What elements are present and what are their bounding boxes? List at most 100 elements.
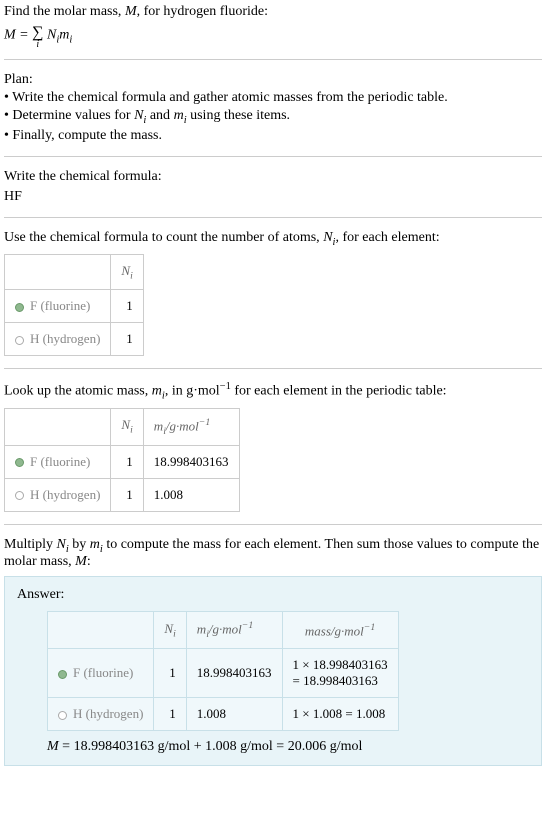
plan-item: • Finally, compute the mass.: [4, 128, 542, 144]
plan-item: • Write the chemical formula and gather …: [4, 90, 542, 106]
m-cell: 1.008: [186, 698, 282, 731]
plan-item: • Determine values for Ni and mi using t…: [4, 108, 542, 126]
divider: [4, 368, 542, 369]
compute-m: m: [90, 537, 100, 552]
plan-heading: Plan:: [4, 72, 542, 88]
chem-heading: Write the chemical formula:: [4, 169, 542, 185]
table-row: F (fluorine) 1 18.998403163 1 × 18.99840…: [48, 649, 399, 698]
compute-b: by: [69, 537, 90, 552]
element-cell: H (hydrogen): [5, 478, 111, 511]
table-header-row: Ni mi/g·mol−1: [5, 408, 240, 445]
table-row: H (hydrogen) 1 1.008: [5, 478, 240, 511]
n-cell: 1: [111, 323, 143, 356]
element-name: H (hydrogen): [30, 487, 100, 502]
lookup-heading-c: for each element in the periodic table:: [231, 384, 447, 399]
element-dot-icon: [15, 491, 24, 500]
element-dot-icon: [58, 670, 67, 679]
element-cell: F (fluorine): [48, 649, 154, 698]
chem-formula-section: Write the chemical formula: HF: [4, 169, 542, 205]
n-cell: 1: [111, 478, 143, 511]
intro-section: Find the molar mass, M, for hydrogen flu…: [4, 4, 542, 47]
divider: [4, 524, 542, 525]
element-dot-icon: [15, 458, 24, 467]
sigma-sub: i: [32, 42, 43, 47]
col-empty: [48, 612, 154, 649]
lookup-section: Look up the atomic mass, mi, in g·mol−1 …: [4, 381, 542, 511]
compute-N: N: [57, 537, 66, 552]
element-name: F (fluorine): [30, 298, 90, 313]
count-section: Use the chemical formula to count the nu…: [4, 230, 542, 356]
lookup-table: Ni mi/g·mol−1 F (fluorine) 1 18.99840316…: [4, 408, 240, 512]
lookup-heading: Look up the atomic mass, mi, in g·mol−1 …: [4, 381, 542, 401]
result-M: M: [47, 739, 59, 754]
divider: [4, 59, 542, 60]
lookup-heading-sup: −1: [220, 381, 231, 392]
formula-lhs: M =: [4, 28, 32, 43]
answer-label: Answer:: [17, 587, 529, 603]
element-name: F (fluorine): [73, 665, 133, 680]
intro-text-a: Find the molar mass,: [4, 4, 125, 19]
result-text: = 18.998403163 g/mol + 1.008 g/mol = 20.…: [59, 739, 363, 754]
answer-box: Answer: Ni mi/g·mol−1 mass/g·mol−1 F (fl…: [4, 576, 542, 766]
m-cell: 18.998403163: [143, 445, 239, 478]
col-m: mi/g·mol−1: [186, 612, 282, 649]
n-cell: 1: [111, 445, 143, 478]
table-header-row: Ni mi/g·mol−1 mass/g·mol−1: [48, 612, 399, 649]
formula-N: N: [47, 28, 56, 43]
formula-m: m: [59, 28, 69, 43]
col-empty: [5, 408, 111, 445]
element-cell: F (fluorine): [5, 445, 111, 478]
compute-d: :: [87, 554, 91, 569]
count-table: Ni F (fluorine) 1 H (hydrogen) 1: [4, 254, 144, 357]
chem-value: HF: [4, 189, 542, 205]
element-dot-icon: [58, 711, 67, 720]
col-N: Ni: [154, 612, 186, 649]
lookup-heading-m: m: [152, 384, 162, 399]
lookup-heading-b: , in g·mol: [165, 384, 220, 399]
element-name: H (hydrogen): [73, 706, 143, 721]
lookup-heading-a: Look up the atomic mass,: [4, 384, 152, 399]
sum-formula: M = ∑i Nimi: [4, 24, 542, 47]
table-row: F (fluorine) 1: [5, 290, 144, 323]
final-result: M = 18.998403163 g/mol + 1.008 g/mol = 2…: [47, 739, 529, 755]
var-M: M: [125, 4, 137, 19]
col-mass: mass/g·mol−1: [282, 612, 398, 649]
col-N: Ni: [111, 408, 143, 445]
compute-a: Multiply: [4, 537, 57, 552]
table-row: H (hydrogen) 1: [5, 323, 144, 356]
count-heading-a: Use the chemical formula to count the nu…: [4, 230, 323, 245]
element-name: H (hydrogen): [30, 331, 100, 346]
answer-table: Ni mi/g·mol−1 mass/g·mol−1 F (fluorine) …: [47, 611, 399, 731]
n-cell: 1: [111, 290, 143, 323]
intro-line: Find the molar mass, M, for hydrogen flu…: [4, 4, 542, 20]
count-heading-b: , for each element:: [335, 230, 439, 245]
intro-text-b: , for hydrogen fluoride:: [137, 4, 268, 19]
col-empty: [5, 254, 111, 290]
table-row: H (hydrogen) 1 1.008 1 × 1.008 = 1.008: [48, 698, 399, 731]
divider: [4, 217, 542, 218]
table-header-row: Ni: [5, 254, 144, 290]
element-dot-icon: [15, 336, 24, 345]
compute-M: M: [75, 554, 87, 569]
n-cell: 1: [154, 698, 186, 731]
table-row: F (fluorine) 1 18.998403163: [5, 445, 240, 478]
element-name: F (fluorine): [30, 454, 90, 469]
element-cell: H (hydrogen): [5, 323, 111, 356]
mass-cell: 1 × 1.008 = 1.008: [282, 698, 398, 731]
element-dot-icon: [15, 303, 24, 312]
col-N: Ni: [111, 254, 143, 290]
formula-m-sub: i: [69, 35, 72, 46]
m-cell: 18.998403163: [186, 649, 282, 698]
element-cell: F (fluorine): [5, 290, 111, 323]
element-cell: H (hydrogen): [48, 698, 154, 731]
n-cell: 1: [154, 649, 186, 698]
compute-section: Multiply Ni by mi to compute the mass fo…: [4, 537, 542, 767]
m-cell: 1.008: [143, 478, 239, 511]
divider: [4, 156, 542, 157]
sigma-block: ∑i: [32, 24, 43, 47]
mass-cell: 1 × 18.998403163= 18.998403163: [282, 649, 398, 698]
count-heading-var: N: [323, 230, 332, 245]
compute-heading: Multiply Ni by mi to compute the mass fo…: [4, 537, 542, 571]
plan-section: Plan: • Write the chemical formula and g…: [4, 72, 542, 144]
count-heading: Use the chemical formula to count the nu…: [4, 230, 542, 248]
